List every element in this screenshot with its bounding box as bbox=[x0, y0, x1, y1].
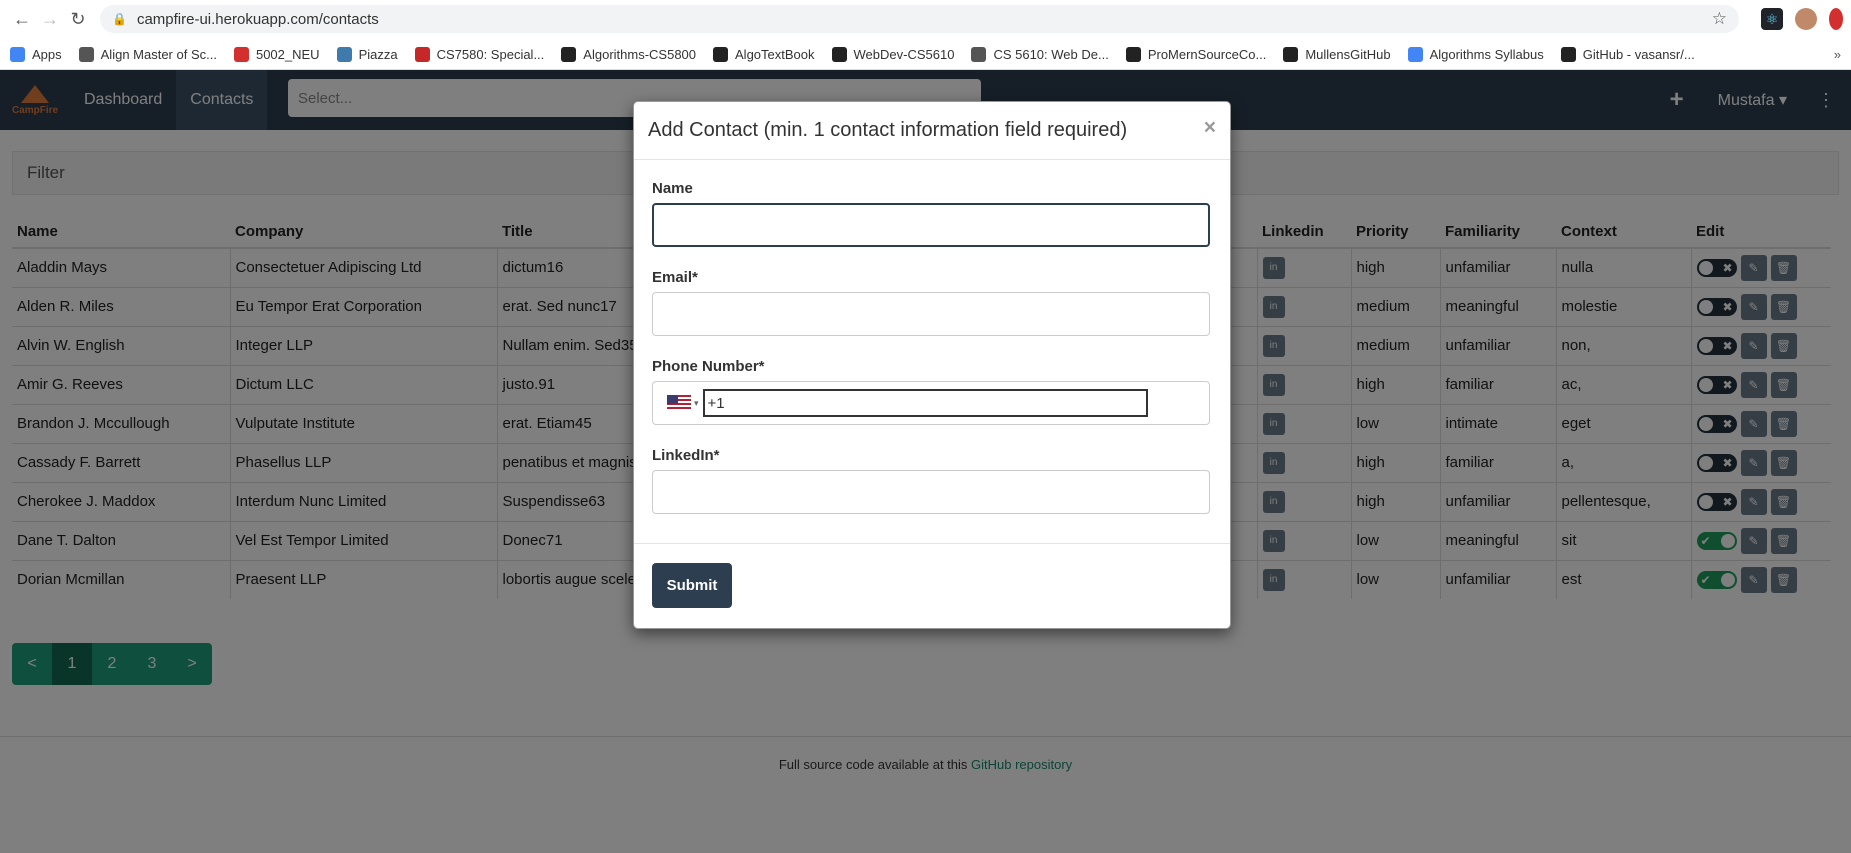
bookmark-label: WebDev-CS5610 bbox=[853, 46, 955, 62]
github-icon bbox=[1283, 46, 1299, 62]
modal-header: Add Contact (min. 1 contact information … bbox=[634, 102, 1230, 160]
extension-icon[interactable] bbox=[1829, 8, 1843, 30]
globe-icon bbox=[971, 46, 987, 62]
bookmark-item[interactable]: CS 5610: Web De... bbox=[971, 46, 1109, 62]
back-icon[interactable]: ← bbox=[8, 5, 36, 33]
modal-footer: Submit bbox=[634, 543, 1230, 627]
bookmark-label: Align Master of Sc... bbox=[100, 46, 217, 62]
bookmark-item[interactable]: ProMernSourceCo... bbox=[1125, 46, 1267, 62]
profile-avatar[interactable] bbox=[1795, 8, 1817, 30]
name-input[interactable] bbox=[652, 203, 1210, 247]
bookmark-label: GitHub - vasansr/... bbox=[1582, 46, 1695, 62]
bookmark-item[interactable]: Align Master of Sc... bbox=[78, 46, 217, 62]
n-logo-icon bbox=[414, 46, 430, 62]
phone-label: Phone Number* bbox=[652, 358, 765, 375]
bookmark-item[interactable]: 5002_NEU bbox=[233, 46, 320, 62]
url-text: campfire-ui.herokuapp.com/contacts bbox=[136, 10, 379, 28]
phone-input[interactable]: +1 bbox=[702, 389, 1148, 417]
globe-icon bbox=[78, 46, 94, 62]
bookmark-label: 5002_NEU bbox=[255, 46, 320, 62]
bookmark-item[interactable]: MullensGitHub bbox=[1283, 46, 1391, 62]
bookmark-item[interactable]: CS7580: Special... bbox=[414, 46, 545, 62]
address-bar[interactable]: 🔒 campfire-ui.herokuapp.com/contacts ☆ bbox=[100, 5, 1739, 33]
add-contact-modal: Add Contact (min. 1 contact information … bbox=[633, 101, 1231, 629]
name-label: Name bbox=[652, 180, 693, 197]
email-input[interactable] bbox=[652, 292, 1210, 336]
linkedin-label: LinkedIn* bbox=[652, 447, 720, 464]
close-icon[interactable]: × bbox=[1204, 116, 1216, 140]
phone-field: ▾ +1 bbox=[652, 381, 1210, 425]
bookmark-label: AlgoTextBook bbox=[735, 46, 815, 62]
github-icon bbox=[713, 46, 729, 62]
url-row: ← → ↻ 🔒 campfire-ui.herokuapp.com/contac… bbox=[0, 0, 1851, 38]
bookmark-star-icon[interactable]: ☆ bbox=[1712, 9, 1727, 29]
bookmark-item[interactable]: Algorithms-CS5800 bbox=[561, 46, 697, 62]
bookmark-item[interactable]: Piazza bbox=[336, 46, 398, 62]
docs-icon bbox=[1407, 46, 1423, 62]
email-label: Email* bbox=[652, 269, 698, 286]
bookmarks-bar: Apps Align Master of Sc... 5002_NEU Piazza C… bbox=[0, 38, 1851, 70]
circle-icon bbox=[233, 46, 249, 62]
blackboard-icon bbox=[561, 46, 577, 62]
more-bookmarks-icon[interactable]: » bbox=[1834, 47, 1841, 62]
bookmark-label: MullensGitHub bbox=[1305, 46, 1391, 62]
modal-title: Add Contact (min. 1 contact information … bbox=[648, 119, 1128, 141]
bookmark-item[interactable]: Algorithms Syllabus bbox=[1407, 46, 1544, 62]
blackboard-icon bbox=[831, 46, 847, 62]
bookmark-label: CS 5610: Web De... bbox=[993, 46, 1109, 62]
bookmark-label: Algorithms Syllabus bbox=[1429, 46, 1544, 62]
bookmark-label: Algorithms-CS5800 bbox=[583, 46, 697, 62]
github-icon bbox=[1560, 46, 1576, 62]
browser-chrome: ← → ↻ 🔒 campfire-ui.herokuapp.com/contac… bbox=[0, 0, 1851, 70]
bookmark-item[interactable]: WebDev-CS5610 bbox=[831, 46, 955, 62]
bookmark-item[interactable]: GitHub - vasansr/... bbox=[1560, 46, 1695, 62]
bookmark-label: ProMernSourceCo... bbox=[1147, 46, 1267, 62]
linkedin-input[interactable] bbox=[652, 470, 1210, 514]
react-devtools-icon[interactable]: ⚛ bbox=[1761, 8, 1783, 30]
piazza-icon bbox=[336, 46, 352, 62]
bookmark-label: Piazza bbox=[358, 46, 398, 62]
apps-grid-icon bbox=[10, 46, 25, 62]
chevron-down-icon[interactable]: ▾ bbox=[694, 398, 699, 409]
bookmark-item[interactable]: AlgoTextBook bbox=[713, 46, 815, 62]
bookmark-label: CS7580: Special... bbox=[436, 46, 545, 62]
bookmark-label: Apps bbox=[32, 46, 62, 62]
forward-icon[interactable]: → bbox=[36, 5, 64, 33]
reload-icon[interactable]: ↻ bbox=[64, 5, 92, 33]
bookmark-item[interactable]: Apps bbox=[10, 46, 62, 62]
modal-body: Name Email* Phone Number* ▾ +1 LinkedIn* bbox=[634, 160, 1230, 514]
submit-button[interactable]: Submit bbox=[652, 563, 732, 608]
github-icon bbox=[1125, 46, 1141, 62]
lock-icon: 🔒 bbox=[112, 12, 127, 26]
us-flag-icon[interactable] bbox=[667, 395, 691, 411]
